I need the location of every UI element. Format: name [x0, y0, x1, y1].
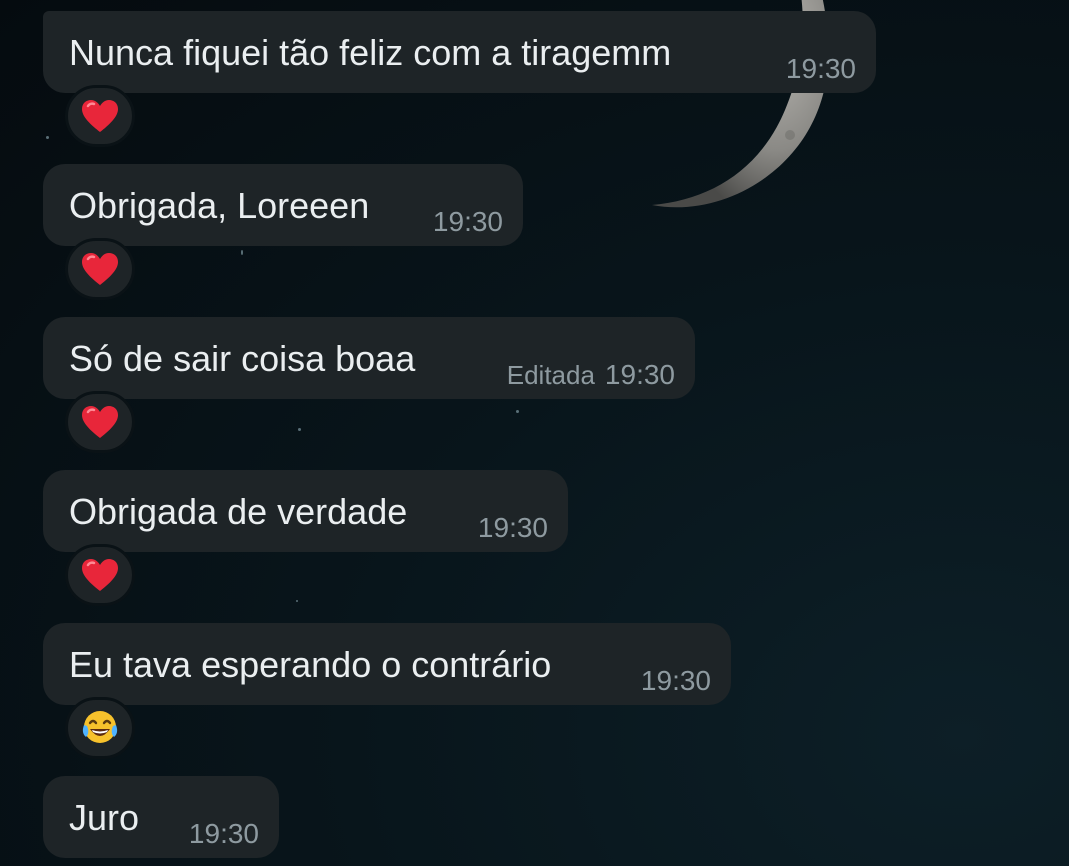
- reaction-heart[interactable]: [65, 391, 135, 453]
- message-bubble[interactable]: Só de sair coisa boaa Editada 19:30: [43, 317, 695, 399]
- message-meta: 19:30: [189, 818, 259, 850]
- reaction-heart[interactable]: [65, 85, 135, 147]
- message-meta: 19:30: [641, 665, 711, 697]
- message-text: Obrigada, Loreeen: [69, 185, 370, 226]
- message-text: Só de sair coisa boaa: [69, 338, 416, 379]
- message-bubble[interactable]: Eu tava esperando o contrário 19:30: [43, 623, 731, 705]
- message-text: Nunca fiquei tão feliz com a tiragemm: [69, 32, 672, 73]
- message-time: 19:30: [188, 818, 259, 849]
- message-text: Obrigada de verdade: [69, 491, 408, 532]
- message-time: 19:30: [604, 359, 675, 390]
- message-time: 19:30: [640, 665, 711, 696]
- red-heart-icon: [82, 559, 118, 591]
- message-meta: 19:30: [478, 512, 548, 544]
- message-list: Nunca fiquei tão feliz com a tiragemm 19…: [43, 11, 1069, 858]
- face-with-tears-of-joy-icon: [82, 711, 118, 743]
- message[interactable]: Obrigada, Loreeen 19:30: [43, 164, 1069, 300]
- message[interactable]: Obrigada de verdade 19:30: [43, 470, 1069, 606]
- red-heart-icon: [82, 406, 118, 438]
- message-time: 19:30: [785, 53, 856, 84]
- message-text: Eu tava esperando o contrário: [69, 644, 552, 685]
- message-text: Juro: [69, 797, 140, 838]
- message-bubble[interactable]: Nunca fiquei tão feliz com a tiragemm 19…: [43, 11, 876, 93]
- message-bubble[interactable]: Obrigada, Loreeen 19:30: [43, 164, 523, 246]
- edited-label: Editada: [506, 360, 595, 390]
- message-time: 19:30: [432, 206, 503, 237]
- message-time: 19:30: [477, 512, 548, 543]
- red-heart-icon: [82, 100, 118, 132]
- message-bubble[interactable]: Obrigada de verdade 19:30: [43, 470, 568, 552]
- message-meta: 19:30: [786, 53, 856, 85]
- message[interactable]: Só de sair coisa boaa Editada 19:30: [43, 317, 1069, 453]
- message[interactable]: Juro 19:30: [43, 776, 1069, 858]
- message[interactable]: Nunca fiquei tão feliz com a tiragemm 19…: [43, 11, 1069, 147]
- message-meta: Editada 19:30: [507, 359, 675, 391]
- reaction-laugh[interactable]: [65, 697, 135, 759]
- reaction-heart[interactable]: [65, 238, 135, 300]
- reaction-heart[interactable]: [65, 544, 135, 606]
- red-heart-icon: [82, 253, 118, 285]
- message[interactable]: Eu tava esperando o contrário 19:30: [43, 623, 1069, 759]
- message-meta: 19:30: [433, 206, 503, 238]
- message-bubble[interactable]: Juro 19:30: [43, 776, 279, 858]
